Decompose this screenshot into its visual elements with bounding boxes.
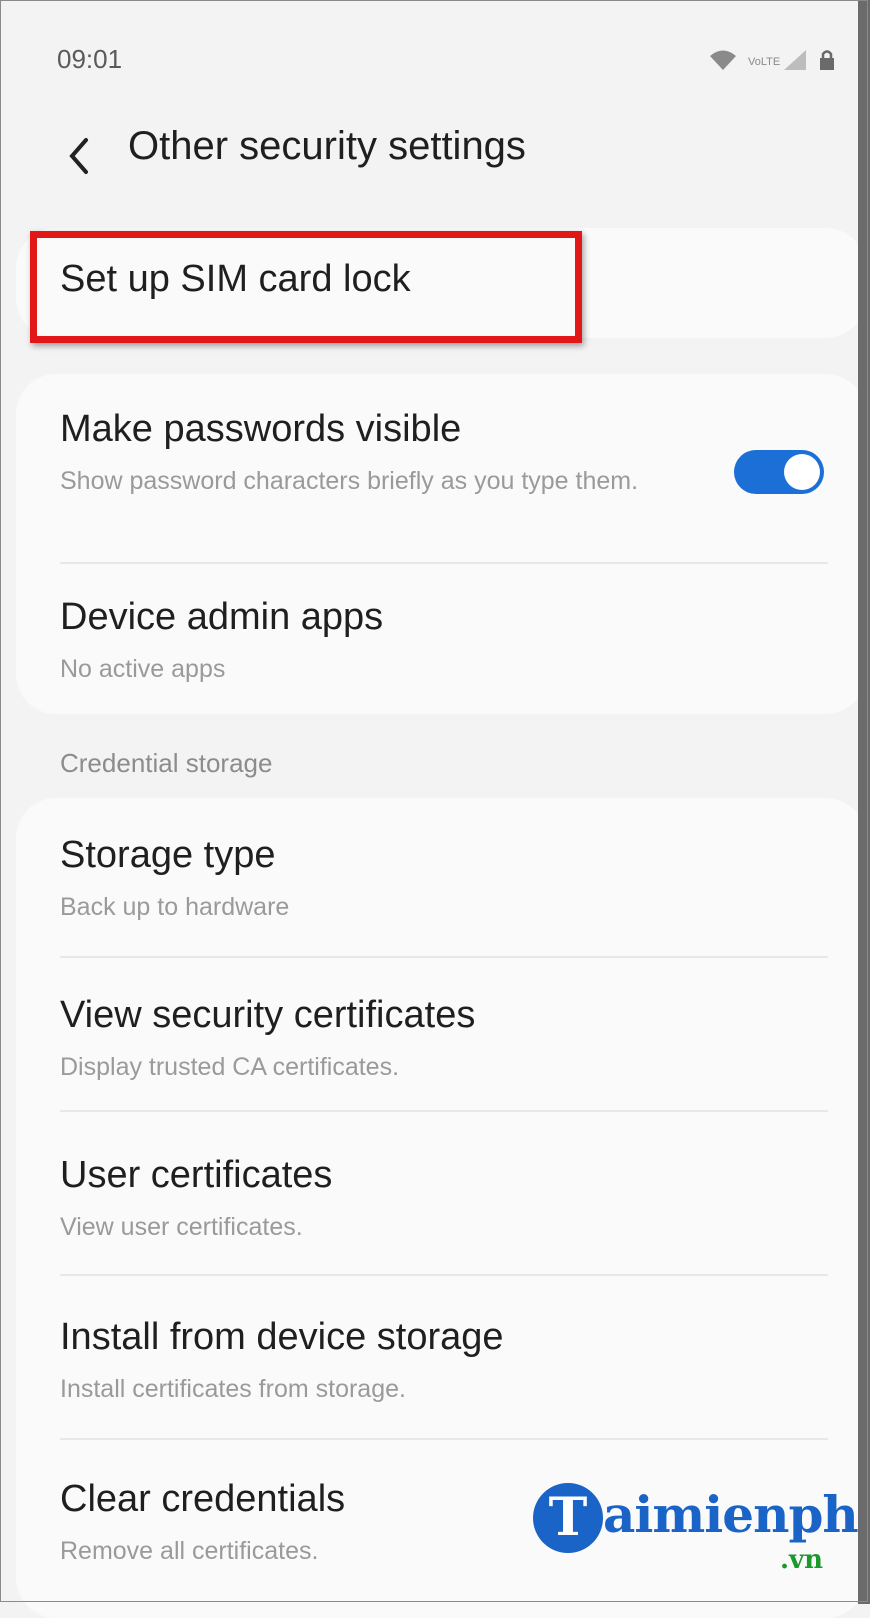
divider — [60, 562, 828, 564]
install-storage-title: Install from device storage — [60, 1316, 504, 1358]
status-time: 09:01 — [57, 44, 123, 74]
section-label-credential-storage: Credential storage — [60, 748, 273, 778]
view-certs-item[interactable]: View security certificates Display trust… — [60, 994, 866, 1085]
wifi-icon — [708, 48, 738, 77]
divider — [60, 956, 828, 958]
watermark-circle: T — [533, 1483, 603, 1553]
view-certs-subtitle: Display trusted CA certificates. — [60, 1053, 400, 1081]
watermark-text: aimienphi — [603, 1485, 870, 1544]
install-storage-item[interactable]: Install from device storage Install cert… — [60, 1316, 866, 1407]
user-certs-title: User certificates — [60, 1154, 333, 1196]
highlight-box — [30, 231, 582, 343]
passwords-visible-title: Make passwords visible — [60, 408, 462, 450]
storage-type-subtitle: Back up to hardware — [60, 893, 290, 921]
user-certs-item[interactable]: User certificates View user certificates… — [60, 1154, 866, 1245]
frame-edge — [858, 0, 870, 1604]
toggle-knob — [784, 454, 820, 490]
passwords-visible-toggle[interactable] — [734, 450, 824, 494]
watermark-logo: T aimienphi .vn — [533, 1473, 870, 1583]
view-certs-title: View security certificates — [60, 994, 476, 1036]
status-icons: VoLTE — [708, 48, 836, 77]
chevron-left-icon[interactable] — [60, 124, 100, 184]
divider — [60, 1110, 828, 1112]
install-storage-subtitle: Install certificates from storage. — [60, 1375, 406, 1403]
passwords-visible-item[interactable]: Make passwords visible Show password cha… — [60, 408, 706, 499]
storage-type-item[interactable]: Storage type Back up to hardware — [60, 834, 866, 925]
page-title: Other security settings — [128, 124, 526, 168]
device-admin-title: Device admin apps — [60, 596, 384, 638]
header: Other security settings — [0, 110, 858, 220]
user-certs-subtitle: View user certificates. — [60, 1213, 303, 1241]
device-admin-subtitle: No active apps — [60, 655, 226, 683]
password-admin-card: Make passwords visible Show password cha… — [16, 374, 866, 714]
lock-icon — [818, 48, 836, 77]
device-admin-item[interactable]: Device admin apps No active apps — [60, 596, 866, 687]
divider — [60, 1274, 828, 1276]
volte-icon: VoLTE — [748, 56, 781, 68]
passwords-visible-subtitle: Show password characters briefly as you … — [60, 467, 639, 495]
status-bar: 09:01 VoLTE — [0, 0, 858, 110]
watermark-suffix: .vn — [779, 1545, 823, 1575]
storage-type-title: Storage type — [60, 834, 276, 876]
signal-icon — [782, 48, 808, 77]
divider — [60, 1438, 828, 1440]
